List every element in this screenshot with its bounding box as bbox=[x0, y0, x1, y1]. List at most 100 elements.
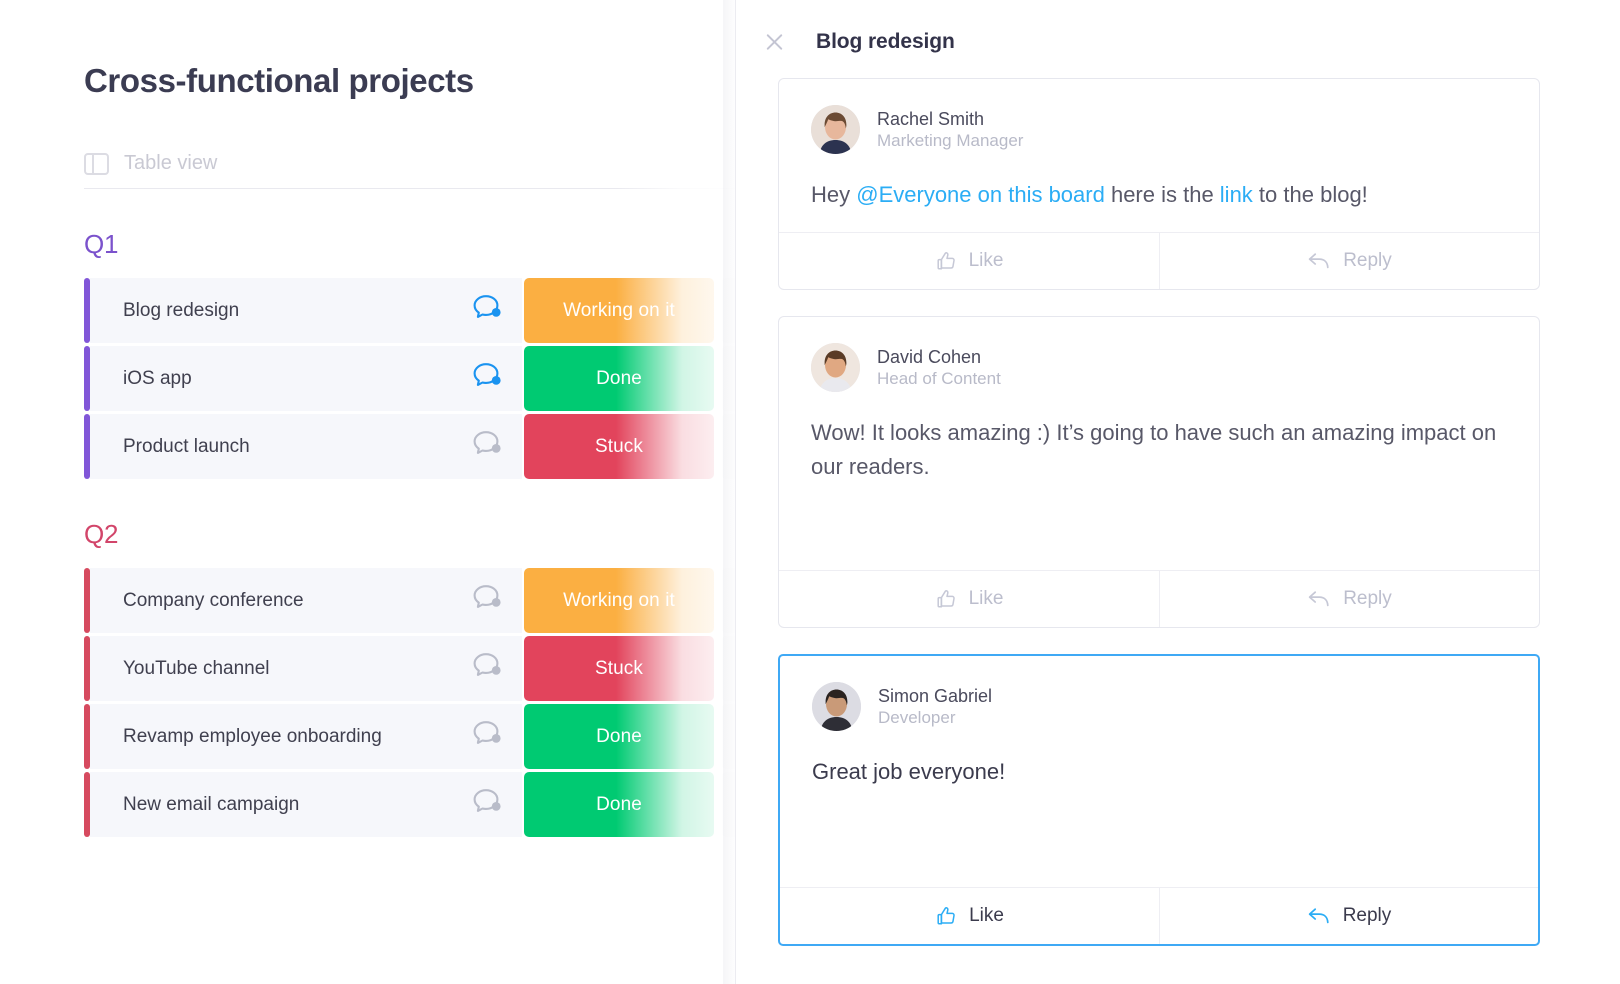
like-button-label: Like bbox=[969, 250, 1004, 272]
update-text-part: to the blog! bbox=[1253, 182, 1368, 207]
status-badge[interactable]: Done bbox=[524, 704, 714, 769]
chat-bubble-icon[interactable] bbox=[470, 429, 504, 459]
table-row[interactable]: Product launch Stuck bbox=[84, 414, 736, 479]
status-badge[interactable]: Stuck bbox=[524, 636, 714, 701]
update-card[interactable]: David CohenHead of Content Wow! It looks … bbox=[778, 316, 1540, 628]
author-meta: Simon GabrielDeveloper bbox=[878, 685, 992, 729]
reply-button-label: Reply bbox=[1343, 250, 1392, 272]
table-row[interactable]: iOS app Done bbox=[84, 346, 736, 411]
status-badge[interactable]: Done bbox=[524, 772, 714, 837]
mention-link[interactable]: @Everyone on this board bbox=[856, 182, 1105, 207]
thumbs-up-icon bbox=[935, 905, 957, 927]
rachel-avatar bbox=[811, 105, 860, 154]
table-row[interactable]: Company conferenceWorking on it bbox=[84, 568, 736, 633]
tab-table-view-label: Table view bbox=[124, 152, 217, 175]
view-tabs: Table view bbox=[84, 152, 736, 189]
row-name-cell[interactable]: Product launch bbox=[90, 414, 522, 479]
update-card[interactable]: Rachel SmithMarketing Manager Hey @Everyo… bbox=[778, 78, 1540, 290]
row-status-cell[interactable]: Stuck bbox=[522, 636, 714, 701]
task-name: Blog redesign bbox=[123, 300, 470, 322]
chat-bubble-icon[interactable] bbox=[470, 719, 504, 749]
row-name-cell[interactable]: iOS app bbox=[90, 346, 522, 411]
chat-bubble-icon[interactable] bbox=[470, 429, 504, 464]
status-badge[interactable]: Working on it bbox=[524, 568, 714, 633]
row-extra-cell[interactable] bbox=[722, 704, 736, 769]
row-extra-cell[interactable] bbox=[722, 346, 736, 411]
update-card[interactable]: Simon GabrielDeveloperGreat job everyone… bbox=[778, 654, 1540, 946]
task-name: iOS app bbox=[123, 368, 470, 390]
row-status-cell[interactable]: Stuck bbox=[522, 414, 714, 479]
chat-bubble-icon[interactable] bbox=[470, 651, 504, 686]
row-extra-cell[interactable] bbox=[722, 772, 736, 837]
row-name-cell[interactable]: Company conference bbox=[90, 568, 522, 633]
close-icon[interactable] bbox=[760, 27, 790, 57]
chat-bubble-icon[interactable] bbox=[470, 787, 504, 822]
row-name-cell[interactable]: Blog redesign bbox=[90, 278, 522, 343]
board-group: Q2Company conferenceWorking on itYouTube… bbox=[84, 519, 736, 837]
reply-button[interactable]: Reply bbox=[1159, 571, 1539, 627]
status-badge[interactable]: Stuck bbox=[524, 414, 714, 479]
group-title[interactable]: Q1 bbox=[84, 229, 736, 260]
chat-bubble-icon[interactable] bbox=[470, 583, 504, 618]
status-badge[interactable]: Done bbox=[524, 346, 714, 411]
row-name-cell[interactable]: YouTube channel bbox=[90, 636, 522, 701]
reply-button[interactable]: Reply bbox=[1159, 888, 1538, 944]
chat-bubble-icon[interactable] bbox=[470, 719, 504, 754]
updates-panel: Blog redesign Rachel SmithMarketing Mana… bbox=[736, 0, 1620, 984]
board-panel: Cross-functional projects Table view Q1B… bbox=[0, 0, 736, 984]
row-extra-cell[interactable] bbox=[722, 636, 736, 701]
like-button[interactable]: Like bbox=[780, 888, 1159, 944]
like-button[interactable]: Like bbox=[779, 233, 1159, 289]
app-root: Cross-functional projects Table view Q1B… bbox=[0, 0, 1620, 984]
author-meta: Rachel SmithMarketing Manager bbox=[877, 108, 1023, 152]
group-rows: Blog redesignWorking on itiOS appDonePro… bbox=[84, 278, 736, 479]
row-extra-cell[interactable] bbox=[722, 414, 736, 479]
chat-bubble-icon[interactable] bbox=[470, 583, 504, 613]
row-status-cell[interactable]: Done bbox=[522, 346, 714, 411]
row-status-cell[interactable]: Working on it bbox=[522, 568, 714, 633]
row-status-cell[interactable]: Done bbox=[522, 704, 714, 769]
author-name: David Cohen bbox=[877, 346, 1001, 369]
chat-bubble-icon[interactable] bbox=[470, 361, 504, 396]
avatar bbox=[811, 343, 860, 392]
task-name: New email campaign bbox=[123, 794, 470, 816]
inline-link[interactable]: link bbox=[1220, 182, 1253, 207]
status-badge[interactable]: Working on it bbox=[524, 278, 714, 343]
card-spacer bbox=[811, 212, 1507, 232]
chat-bubble-icon[interactable] bbox=[470, 293, 504, 328]
author-role: Head of Content bbox=[877, 368, 1001, 389]
task-name: Product launch bbox=[123, 436, 470, 458]
table-row[interactable]: New email campaign Done bbox=[84, 772, 736, 837]
simon-avatar bbox=[812, 682, 861, 731]
like-button-label: Like bbox=[969, 588, 1004, 610]
table-row[interactable]: YouTube channel Stuck bbox=[84, 636, 736, 701]
row-extra-cell[interactable] bbox=[722, 568, 736, 633]
reply-button[interactable]: Reply bbox=[1159, 233, 1539, 289]
update-text-part: Hey bbox=[811, 182, 856, 207]
table-row[interactable]: Revamp employee onboardingDone bbox=[84, 704, 736, 769]
row-status-cell[interactable]: Done bbox=[522, 772, 714, 837]
tab-table-view[interactable]: Table view bbox=[84, 152, 217, 188]
avatar bbox=[811, 105, 860, 154]
author-meta: David CohenHead of Content bbox=[877, 346, 1001, 390]
tabs-divider bbox=[84, 188, 736, 189]
chat-bubble-icon[interactable] bbox=[470, 293, 504, 323]
row-status-cell[interactable]: Working on it bbox=[522, 278, 714, 343]
board-group: Q1Blog redesignWorking on itiOS appDoneP… bbox=[84, 229, 736, 479]
group-title[interactable]: Q2 bbox=[84, 519, 736, 550]
card-actions: LikeReply bbox=[780, 887, 1538, 944]
row-extra-cell[interactable] bbox=[722, 278, 736, 343]
update-card-body: David CohenHead of Content Wow! It looks … bbox=[779, 317, 1539, 570]
thumbs-up-icon bbox=[935, 588, 957, 610]
chat-bubble-icon[interactable] bbox=[470, 651, 504, 681]
chat-bubble-icon[interactable] bbox=[470, 787, 504, 817]
row-name-cell[interactable]: Revamp employee onboarding bbox=[90, 704, 522, 769]
updates-title: Blog redesign bbox=[816, 30, 955, 54]
chat-bubble-icon[interactable] bbox=[470, 361, 504, 391]
table-row[interactable]: Blog redesign Working on it bbox=[84, 278, 736, 343]
like-button[interactable]: Like bbox=[779, 571, 1159, 627]
task-name: YouTube channel bbox=[123, 658, 470, 680]
row-name-cell[interactable]: New email campaign bbox=[90, 772, 522, 837]
update-text: Wow! It looks amazing :) It’s going to h… bbox=[811, 398, 1507, 484]
author-role: Developer bbox=[878, 707, 992, 728]
